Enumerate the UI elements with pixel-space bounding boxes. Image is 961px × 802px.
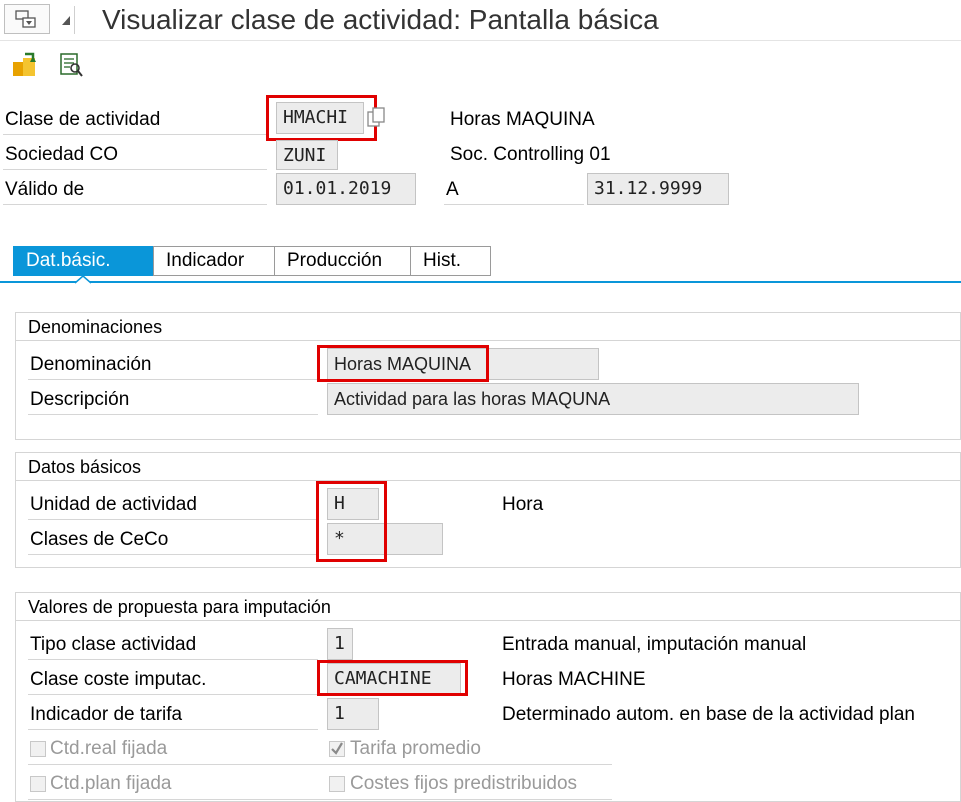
underline (444, 204, 584, 205)
tarifa-promedio-label: Tarifa promedio (350, 738, 481, 759)
underline (28, 519, 318, 520)
tab-indicador[interactable]: Indicador (153, 246, 275, 276)
underline (28, 659, 318, 660)
underline (3, 169, 267, 170)
valido-a-label: A (446, 179, 459, 200)
group-header-bg (16, 453, 961, 481)
highlight-box (317, 345, 489, 382)
underline (3, 204, 267, 205)
title-divider (74, 6, 75, 34)
underline (28, 799, 612, 800)
valido-a-field[interactable]: 31.12.9999 (587, 173, 729, 205)
tipo-clase-field[interactable]: 1 (327, 628, 353, 660)
sociedad-co-desc: Soc. Controlling 01 (450, 144, 611, 165)
costes-fijos-checkbox[interactable] (329, 776, 345, 792)
underline (3, 134, 267, 135)
page-title: Visualizar clase de actividad: Pantalla … (102, 4, 659, 35)
tab-produccion[interactable]: Producción (274, 246, 411, 276)
highlight-box (317, 660, 468, 696)
clase-actividad-label: Clase de actividad (5, 109, 161, 130)
change-object-icon[interactable] (11, 52, 39, 78)
tipo-clase-desc: Entrada manual, imputación manual (502, 634, 807, 655)
sociedad-co-field[interactable]: ZUNI (276, 140, 338, 170)
highlight-box (266, 95, 377, 141)
underline (28, 554, 318, 555)
tab-hist[interactable]: Hist. (410, 246, 491, 276)
tarifa-promedio-checkbox[interactable] (329, 741, 345, 757)
ctd-plan-label: Ctd.plan fijada (50, 773, 172, 794)
sociedad-co-label: Sociedad CO (5, 144, 119, 165)
underline (28, 729, 318, 730)
unidad-label: Unidad de actividad (30, 494, 197, 515)
clases-ceco-label: Clases de CeCo (30, 529, 169, 550)
highlight-box (316, 481, 387, 562)
underline (28, 414, 318, 415)
clase-coste-label: Clase coste imputac. (30, 669, 207, 690)
costes-fijos-label: Costes fijos predistribuidos (350, 773, 578, 794)
valido-de-label: Válido de (5, 179, 85, 200)
menu-icon (15, 10, 36, 28)
indicador-tarifa-label: Indicador de tarifa (30, 704, 183, 725)
descripcion-label: Descripción (30, 389, 130, 410)
underline (28, 379, 318, 380)
tipo-clase-label: Tipo clase actividad (30, 634, 197, 655)
ctd-plan-checkbox[interactable] (30, 776, 46, 792)
tab-strip-line (0, 281, 961, 283)
clase-actividad-desc: Horas MAQUINA (450, 109, 595, 130)
ctd-real-label: Ctd.real fijada (50, 738, 168, 759)
denominacion-label: Denominación (30, 354, 152, 375)
copy-icon[interactable] (366, 106, 388, 130)
tab-pointer-icon (75, 276, 91, 284)
indicador-tarifa-field[interactable]: 1 (327, 698, 379, 730)
indicador-tarifa-desc: Determinado autom. en base de la activid… (502, 704, 915, 725)
checkmark-icon (331, 742, 343, 755)
ctd-real-checkbox[interactable] (30, 741, 46, 757)
tab-dat-basic[interactable]: Dat.básic. (13, 246, 154, 276)
descripcion-field[interactable]: Actividad para las horas MAQUNA (327, 383, 859, 415)
triangle-icon (62, 16, 70, 25)
underline (28, 694, 318, 695)
group-title: Denominaciones (28, 317, 163, 337)
group-valores-propuesta (15, 592, 961, 802)
display-document-icon[interactable] (57, 52, 85, 78)
group-title: Valores de propuesta para imputación (28, 597, 331, 617)
valido-de-field[interactable]: 01.01.2019 (276, 173, 416, 205)
group-title: Datos básicos (28, 457, 142, 477)
underline (28, 764, 612, 765)
unidad-desc: Hora (502, 494, 544, 515)
menu-button[interactable] (4, 4, 70, 34)
clase-coste-desc: Horas MACHINE (502, 669, 646, 690)
